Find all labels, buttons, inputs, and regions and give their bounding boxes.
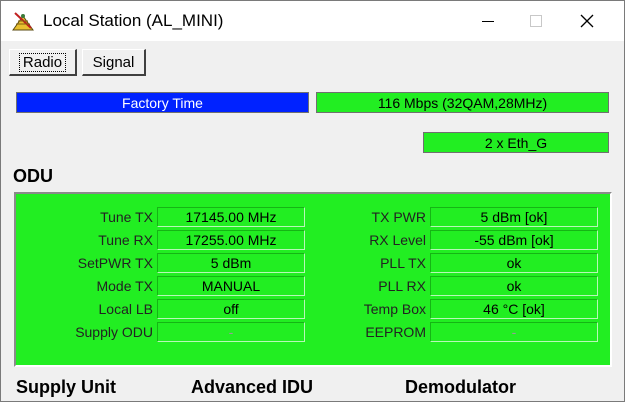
supply-odu-value: - <box>157 322 305 342</box>
odu-panel: Tune TX 17145.00 MHz TX PWR 5 dBm [ok] T… <box>14 192 612 367</box>
ethernet-indicator: 2 x Eth_G <box>423 132 609 153</box>
temp-box-value: 46 °C [ok] <box>430 299 598 319</box>
minimize-icon <box>482 20 494 22</box>
tab-radio-label: Radio <box>18 52 67 72</box>
supply-odu-label: Supply ODU <box>75 324 153 340</box>
tx-pwr-value: 5 dBm [ok] <box>430 207 598 227</box>
close-icon <box>580 14 594 28</box>
mode-tx-label: Mode TX <box>96 278 153 294</box>
mode-tx-value: MANUAL <box>157 276 305 296</box>
maximize-icon <box>530 15 542 27</box>
pll-rx-value: ok <box>430 276 598 296</box>
window-title: Local Station (AL_MINI) <box>43 11 224 30</box>
maximize-button[interactable] <box>513 1 559 41</box>
demodulator-heading: Demodulator <box>405 377 517 397</box>
tab-signal[interactable]: Signal <box>82 49 146 76</box>
local-lb-label: Local LB <box>98 301 153 317</box>
tune-rx-value: 17255.00 MHz <box>157 230 305 250</box>
tx-pwr-label: TX PWR <box>371 209 426 225</box>
pll-tx-value: ok <box>430 253 598 273</box>
setpwr-tx-value: 5 dBm <box>157 253 305 273</box>
odu-grid: Tune TX 17145.00 MHz TX PWR 5 dBm [ok] T… <box>33 207 598 342</box>
rx-level-value: -55 dBm [ok] <box>430 230 598 250</box>
rx-level-label: RX Level <box>369 232 426 248</box>
tune-tx-value: 17145.00 MHz <box>157 207 305 227</box>
title-bar[interactable]: Local Station (AL_MINI) <box>1 1 624 41</box>
factory-time-indicator: Factory Time <box>16 92 309 113</box>
tab-radio[interactable]: Radio <box>9 49 77 76</box>
pll-rx-label: PLL RX <box>378 278 426 294</box>
tune-rx-label: Tune RX <box>98 232 153 248</box>
setpwr-tx-label: SetPWR TX <box>77 255 153 271</box>
pll-tx-label: PLL TX <box>380 255 426 271</box>
tune-tx-label: Tune TX <box>100 209 153 225</box>
eeprom-value: - <box>430 322 598 342</box>
local-lb-value: off <box>157 299 305 319</box>
antenna-icon <box>11 10 35 32</box>
app-window: Local Station (AL_MINI) Radio Signal Fac… <box>0 0 625 402</box>
data-rate-indicator: 116 Mbps (32QAM,28MHz) <box>316 92 609 113</box>
odu-heading: ODU <box>13 166 53 186</box>
advanced-idu-heading: Advanced IDU <box>191 377 314 397</box>
eeprom-label: EEPROM <box>365 324 426 340</box>
tab-signal-label: Signal <box>92 53 135 71</box>
minimize-button[interactable] <box>465 1 511 41</box>
temp-box-label: Temp Box <box>363 301 426 317</box>
supply-unit-heading: Supply Unit <box>16 377 116 397</box>
close-button[interactable] <box>564 1 610 41</box>
